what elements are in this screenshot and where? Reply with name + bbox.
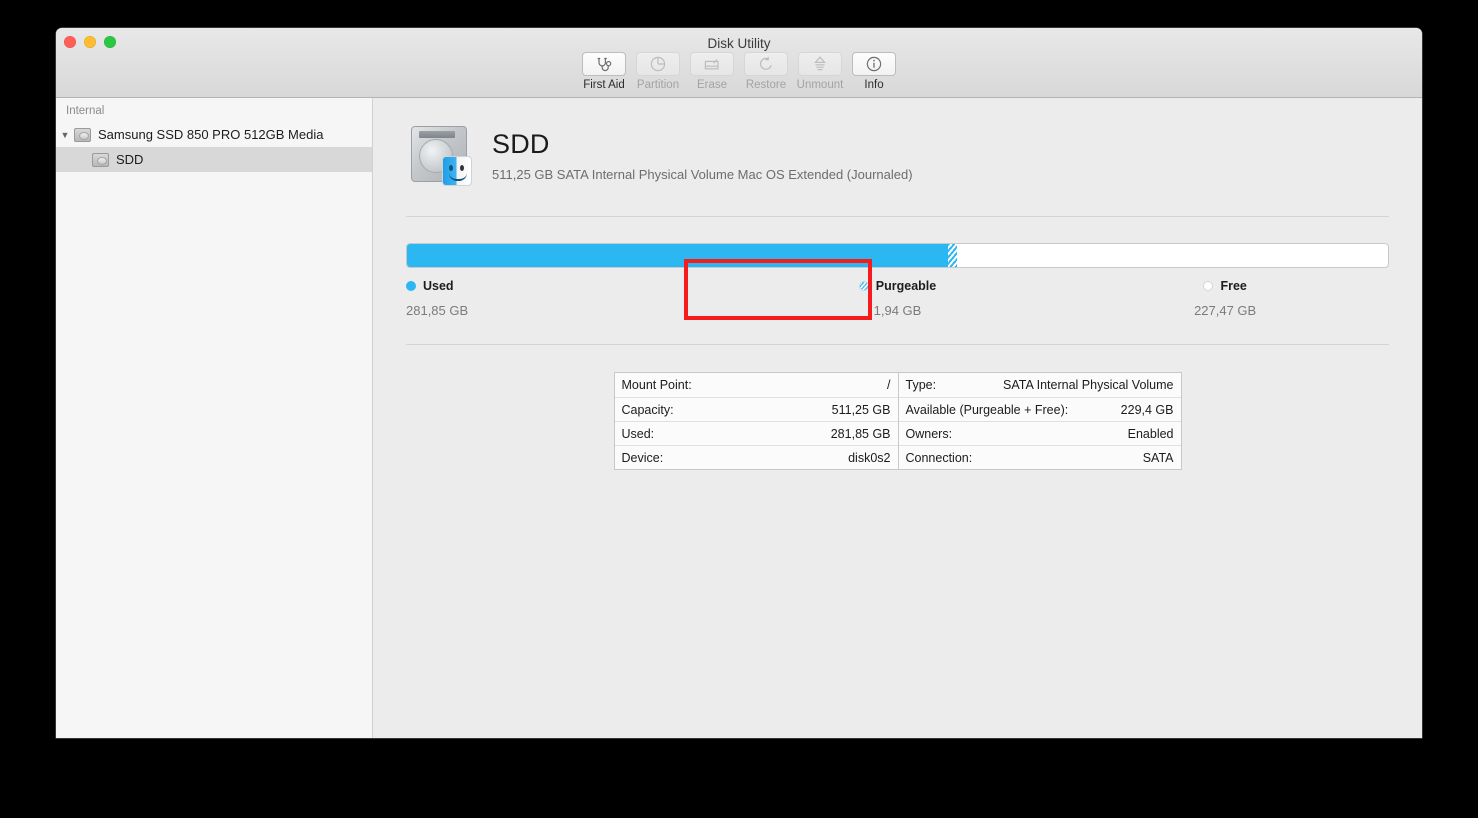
toolbar-label-partition: Partition — [636, 79, 680, 91]
info-label: Available (Purgeable + Free): — [905, 402, 1069, 417]
capacity-bar-purgeable-segment — [947, 244, 958, 267]
erase-icon — [704, 58, 719, 69]
sidebar-item-label: Samsung SSD 850 PRO 512GB Media — [98, 127, 324, 142]
legend-label: Free — [1220, 279, 1247, 293]
sidebar-item-sdd[interactable]: SDD — [56, 147, 372, 172]
toolbar-button-first-aid[interactable]: First Aid — [580, 52, 628, 91]
info-row: Mount Point: / — [615, 373, 898, 397]
legend-item-used: Used 281,85 GB — [406, 278, 734, 318]
info-table-right-column: Type: SATA Internal Physical Volume Avai… — [897, 373, 1181, 469]
capacity-bar-used-segment — [407, 244, 948, 267]
info-label: Connection: — [905, 450, 973, 465]
capacity-bar — [406, 243, 1389, 268]
toolbar-button-info[interactable]: Info — [850, 52, 898, 91]
legend-item-free: Free 227,47 GB — [1061, 278, 1389, 318]
toolbar-button-erase[interactable]: Erase — [688, 52, 736, 91]
info-table-left-column: Mount Point: / Capacity: 511,25 GB Used:… — [614, 373, 898, 469]
partition-button-face — [636, 52, 680, 76]
info-row: Device: disk0s2 — [614, 445, 898, 469]
window-title: Disk Utility — [707, 36, 771, 51]
toolbar-button-restore[interactable]: Restore — [742, 52, 790, 91]
purgeable-swatch-icon — [858, 281, 869, 291]
legend-label: Used — [423, 279, 454, 293]
stethoscope-icon — [597, 57, 611, 71]
sidebar-section-header-internal: Internal — [66, 105, 105, 117]
info-label: Used: — [621, 426, 655, 441]
info-value: SATA Internal Physical Volume — [1003, 378, 1174, 392]
used-swatch-icon — [406, 281, 416, 291]
toolbar-label-unmount: Unmount — [796, 79, 844, 91]
info-row: Owners: Enabled — [898, 421, 1181, 445]
sidebar-item-samsung-ssd-media[interactable]: ▼ Samsung SSD 850 PRO 512GB Media — [56, 122, 372, 147]
info-row: Capacity: 511,25 GB — [614, 397, 898, 421]
legend-item-purgeable: Purgeable 1,94 GB — [734, 278, 1062, 318]
volume-icon — [92, 152, 109, 167]
info-value: 229,4 GB — [1120, 402, 1174, 417]
info-value: Enabled — [1127, 426, 1174, 441]
info-label: Owners: — [905, 426, 953, 441]
toolbar-label-info: Info — [864, 79, 884, 91]
sidebar-item-label: SDD — [116, 152, 144, 167]
detail-pane: SDD 511,25 GB SATA Internal Physical Vol… — [373, 98, 1422, 738]
first-aid-button-face — [582, 52, 626, 76]
info-value: / — [887, 378, 891, 392]
sidebar: Internal ▼ Samsung SSD 850 PRO 512GB Med… — [56, 98, 373, 738]
disclosure-triangle-icon[interactable]: ▼ — [56, 130, 74, 140]
info-value: SATA — [1142, 450, 1174, 465]
erase-button-face — [690, 52, 734, 76]
info-row: Used: 281,85 GB — [614, 421, 898, 445]
legend-value: 281,85 GB — [406, 303, 469, 318]
window-titlebar: Disk Utility First Aid Partition Erase R… — [56, 28, 1422, 98]
disk-utility-window: Disk Utility First Aid Partition Erase R… — [56, 28, 1422, 738]
toolbar-button-partition[interactable]: Partition — [634, 52, 682, 91]
volume-header-text: SDD 511,25 GB SATA Internal Physical Vol… — [492, 129, 913, 182]
restore-button-face — [744, 52, 788, 76]
toolbar-button-unmount[interactable]: Unmount — [796, 52, 844, 91]
toolbar-label-restore: Restore — [745, 79, 787, 91]
free-swatch-icon — [1203, 281, 1214, 291]
toolbar: First Aid Partition Erase Restore Unmoun… — [56, 52, 1422, 91]
divider-top — [406, 216, 1389, 217]
disk-icon — [74, 127, 91, 142]
volume-info-table: Mount Point: / Capacity: 511,25 GB Used:… — [613, 372, 1182, 470]
info-row: Type: SATA Internal Physical Volume — [899, 373, 1181, 397]
hard-disk-with-finder-face-icon — [406, 122, 474, 188]
legend-value: 1,94 GB — [873, 303, 922, 318]
toolbar-label-first-aid: First Aid — [583, 79, 625, 91]
info-button-face — [852, 52, 896, 76]
pie-chart-icon — [650, 56, 666, 72]
info-value: disk0s2 — [848, 450, 891, 465]
info-circle-icon — [866, 56, 882, 72]
info-value: 281,85 GB — [830, 426, 891, 441]
legend-value: 227,47 GB — [1194, 303, 1257, 318]
info-row: Connection: SATA — [898, 445, 1181, 469]
volume-name: SDD — [492, 128, 550, 159]
capacity-legend: Used 281,85 GB Purgeable 1,94 GB Free 22… — [406, 278, 1389, 318]
divider-bottom — [406, 344, 1389, 345]
unmount-button-face — [798, 52, 842, 76]
volume-header: SDD 511,25 GB SATA Internal Physical Vol… — [406, 98, 1389, 188]
info-row: Available (Purgeable + Free): 229,4 GB — [898, 397, 1181, 421]
info-label: Capacity: — [621, 402, 674, 417]
window-body: Internal ▼ Samsung SSD 850 PRO 512GB Med… — [56, 98, 1422, 738]
info-label: Device: — [621, 450, 664, 465]
info-label: Type: — [905, 378, 937, 392]
toolbar-label-erase: Erase — [696, 79, 728, 91]
info-label: Mount Point: — [621, 378, 692, 392]
eject-icon — [814, 56, 826, 71]
restore-arrow-icon — [760, 56, 772, 70]
legend-label: Purgeable — [875, 279, 937, 293]
volume-subtitle: 511,25 GB SATA Internal Physical Volume … — [492, 166, 913, 182]
info-value: 511,25 GB — [831, 402, 891, 417]
